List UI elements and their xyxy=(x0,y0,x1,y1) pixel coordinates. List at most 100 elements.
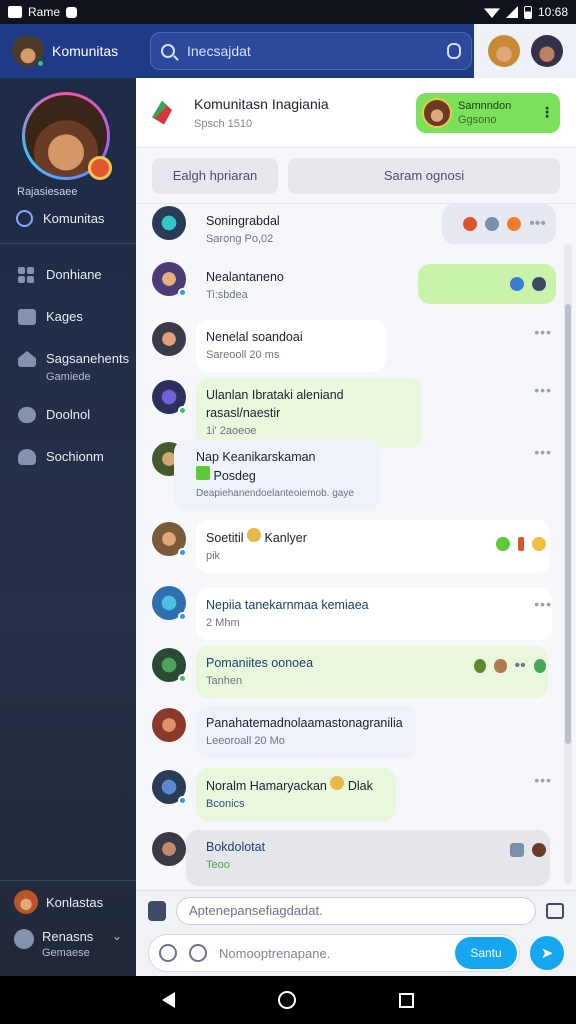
sidebar-item-donhiane[interactable]: Donhiane xyxy=(0,256,136,298)
reaction-icon xyxy=(494,659,507,673)
sidebar-account[interactable]: Konlastas xyxy=(0,881,136,923)
profile-badge-icon xyxy=(88,156,112,180)
list-item[interactable]: Nealantaneno Ti:sbdea xyxy=(136,260,556,320)
battery-icon xyxy=(523,5,532,19)
message-bubble: Noralm Hamaryackan Dlak Bconics xyxy=(196,768,396,821)
avatar xyxy=(152,648,187,683)
image-icon[interactable] xyxy=(546,902,564,919)
more-icon[interactable]: ⋮ xyxy=(540,104,554,121)
more-icon[interactable]: ••• xyxy=(534,382,552,398)
user-avatar-2[interactable] xyxy=(530,35,563,67)
list-item[interactable]: Soningrabdal Sarong Po,02 ••• xyxy=(136,204,556,260)
attach-icon[interactable] xyxy=(148,900,166,921)
message-bubble: Ulanlan Ibrataki aleniand rasasl/naestir… xyxy=(196,378,422,448)
avatar xyxy=(152,770,187,805)
tab-bar: Ealgh hpriaran Saram ognosi xyxy=(136,148,576,204)
avatar xyxy=(152,708,186,742)
home-icon[interactable] xyxy=(277,991,296,1009)
list-item[interactable]: Ulanlan Ibrataki aleniand rasasl/naestir… xyxy=(136,378,556,448)
reaction-pill[interactable] xyxy=(496,830,556,870)
sidebar-item-doolnol[interactable]: Doolnol xyxy=(0,396,136,438)
join-button[interactable]: Samnndon Ggsono ⋮ xyxy=(416,92,560,133)
more-icon[interactable]: •• xyxy=(515,657,526,675)
sidebar-item-sagsanehents[interactable]: Sagsanehents Gamiede xyxy=(0,340,136,396)
home-icon xyxy=(18,351,36,367)
avatar xyxy=(152,206,186,240)
emoji-icon xyxy=(247,528,262,542)
system-nav-bar xyxy=(0,976,576,1024)
more-icon[interactable]: ••• xyxy=(534,772,552,788)
reaction-icon xyxy=(533,659,546,673)
reaction-icon xyxy=(510,277,524,291)
reaction-pill[interactable]: ••• xyxy=(442,204,556,244)
message-title: Nepiia tanekarnmaa kemiaea xyxy=(206,598,369,612)
more-icon[interactable]: ••• xyxy=(534,324,552,340)
list-item[interactable]: Panahatemadnolaamastonagranilia Leeoroal… xyxy=(136,706,556,768)
back-icon[interactable] xyxy=(161,992,175,1008)
list-item[interactable]: Bokdolotat Teoo xyxy=(136,830,556,892)
reply-input[interactable]: Nomooptrenapane. xyxy=(219,946,330,961)
message-text: Soningrabdal Sarong Po,02 xyxy=(196,204,436,256)
recents-icon[interactable] xyxy=(399,992,415,1008)
message-input[interactable]: Aptenepansefiagdadat. xyxy=(176,896,536,925)
sidebar-item-sochionm[interactable]: Sochionm xyxy=(0,438,136,480)
tab-saram[interactable]: Saram ognosi xyxy=(288,157,560,194)
status-time: 10:68 xyxy=(537,5,568,19)
chevron-down-icon[interactable]: ⌄ xyxy=(112,929,122,943)
tab-ealgh[interactable]: Ealgh hpriaran xyxy=(152,157,278,194)
emoji-icon[interactable] xyxy=(189,944,207,962)
message-title-tail: Dlak xyxy=(347,779,373,793)
settings-label: Renasns xyxy=(42,929,94,944)
sticker-icon xyxy=(196,466,210,480)
list-item[interactable]: Pomaniites oonoea Tanhen •• xyxy=(136,646,556,706)
reaction-icon xyxy=(518,537,524,551)
reaction-icon xyxy=(485,217,500,231)
sidebar-community[interactable]: Komunitas xyxy=(16,210,104,227)
message-bubble: Panahatemadnolaamastonagranilia Leeoroal… xyxy=(196,706,416,758)
channel-title: Komunitasn Inagiania xyxy=(194,95,329,112)
join-sub: Ggsono xyxy=(458,113,497,126)
reaction-icon xyxy=(496,537,510,551)
list-item[interactable]: Nenelal soandoai Sareooll 20 ms ••• xyxy=(136,320,556,378)
app-identity[interactable]: Komunitas xyxy=(0,35,136,68)
send-text-button[interactable]: Santu xyxy=(455,937,517,969)
more-icon[interactable]: ••• xyxy=(534,444,552,460)
reply-field[interactable]: Nomooptrenapane. Santu xyxy=(148,934,520,972)
user-avatar-1[interactable] xyxy=(487,35,520,67)
profile-username: Rajasiesaee xyxy=(17,186,78,198)
message-sub: 1i' 2aoeoe xyxy=(206,425,257,437)
account-avatar xyxy=(14,890,38,914)
message-title: Noralm Hamaryackan xyxy=(206,779,327,793)
send-icon[interactable]: ➤ xyxy=(530,936,564,970)
reaction-pill[interactable]: •• xyxy=(464,646,556,686)
composer-bottom: Nomooptrenapane. Santu ➤ xyxy=(136,930,576,976)
channel-titles: Komunitasn Inagiania Spsch 1510 xyxy=(194,96,329,130)
reaction-icon xyxy=(510,843,524,857)
reaction-icon xyxy=(463,217,478,231)
top-right-avatars xyxy=(474,24,576,78)
composer-top: Aptenepansefiagdadat. xyxy=(136,890,576,930)
list-item[interactable]: Soetitil Kanlyer pik xyxy=(136,520,556,584)
more-icon[interactable]: ••• xyxy=(529,215,546,233)
camera-icon[interactable] xyxy=(159,944,177,962)
join-text: Samnndon Ggsono xyxy=(458,99,534,127)
list-item[interactable]: Nap Keanikarskaman Posdeg Deapiehanendoe… xyxy=(136,440,556,520)
account-label: Konlastas xyxy=(46,894,104,910)
reaction-pill[interactable] xyxy=(418,264,556,304)
sidebar-item-kages[interactable]: Kages xyxy=(0,298,136,340)
reaction-pill[interactable] xyxy=(476,524,556,564)
voice-icon[interactable] xyxy=(447,43,461,59)
more-icon[interactable]: ••• xyxy=(534,596,552,612)
search-input[interactable]: Inecsajdat xyxy=(187,43,447,59)
sidebar-settings[interactable]: Renasns Gemaese ⌄ xyxy=(0,923,136,973)
status-bar: Rame 10:68 xyxy=(0,0,576,24)
search-bar[interactable]: Inecsajdat xyxy=(150,32,472,70)
list-item[interactable]: Noralm Hamaryackan Dlak Bconics ••• xyxy=(136,768,556,830)
message-sub: Ti:sbdea xyxy=(206,289,248,301)
message-bubble: Nenelal soandoai Sareooll 20 ms xyxy=(196,320,386,372)
app-badge-icon xyxy=(66,6,78,18)
app-avatar xyxy=(12,35,45,68)
sidebar: Rajasiesaee Komunitas Donhiane Kages Sag… xyxy=(0,78,136,976)
message-line: Posdeg xyxy=(196,466,370,485)
list-item[interactable]: Nepiia tanekarnmaa kemiaea 2 Mhm ••• xyxy=(136,584,556,646)
